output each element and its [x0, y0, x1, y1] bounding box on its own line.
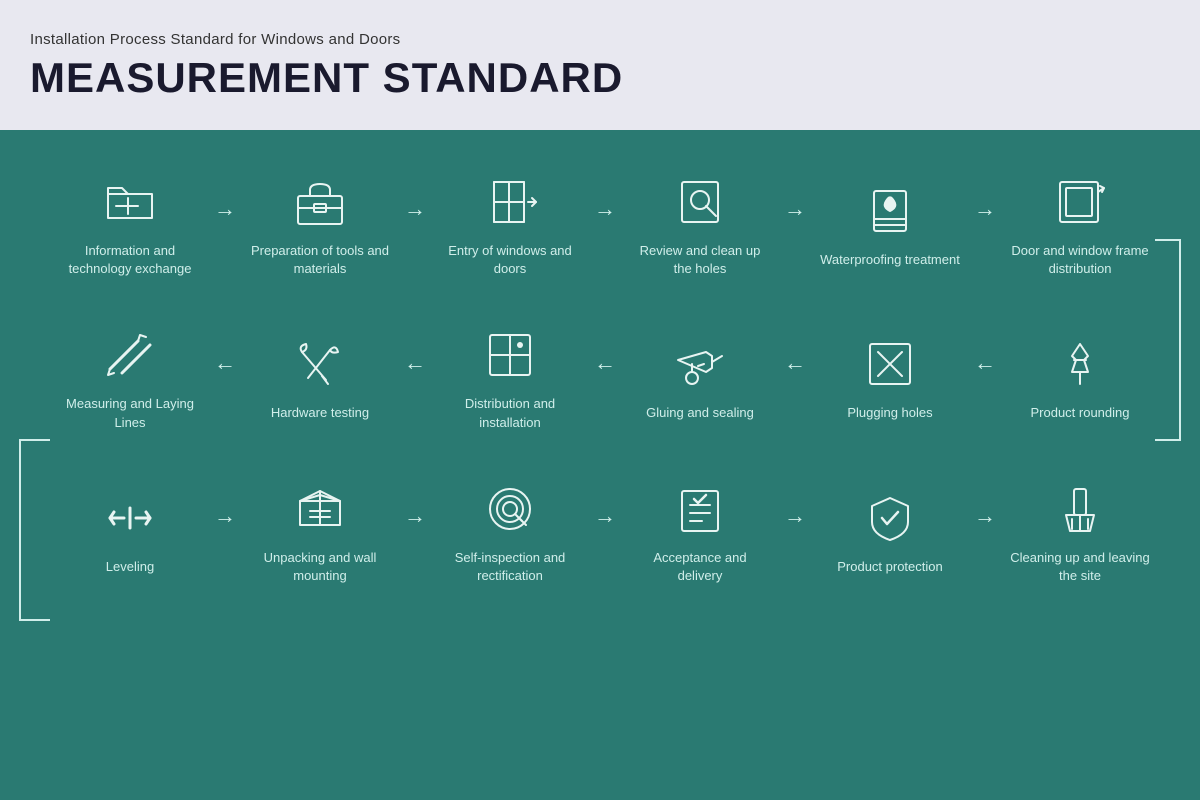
arrow-left-1: ← — [210, 350, 240, 376]
arrow-5: → — [970, 196, 1000, 222]
arrow-r3-1: → — [210, 503, 240, 529]
arrow-1: → — [210, 196, 240, 222]
row-2: Measuring and Laying Lines ← Hardware te… — [50, 323, 1170, 431]
step-label-info-tech: Information and technology exchange — [60, 242, 200, 278]
step-info-tech: Information and technology exchange — [50, 170, 210, 278]
step-prep-tools: Preparation of tools and materials — [240, 170, 400, 278]
step-label-waterproofing: Waterproofing treatment — [820, 251, 960, 269]
pushpin-icon — [1048, 332, 1112, 396]
clipboard-check-icon — [668, 477, 732, 541]
step-acceptance: Acceptance and delivery — [620, 477, 780, 585]
step-leveling: Leveling — [50, 486, 210, 576]
door-entry-icon — [478, 170, 542, 234]
waterproof-icon — [858, 179, 922, 243]
folder-icon — [98, 170, 162, 234]
plug-hole-icon — [858, 332, 922, 396]
shield-check-icon — [858, 486, 922, 550]
step-distribution: Distribution and installation — [430, 323, 590, 431]
header-title: MEASUREMENT STANDARD — [30, 54, 1170, 102]
frame-dist-icon — [1048, 170, 1112, 234]
step-label-entry-windows: Entry of windows and doors — [440, 242, 580, 278]
step-label-plugging: Plugging holes — [820, 404, 960, 422]
step-label-prep-tools: Preparation of tools and materials — [250, 242, 390, 278]
step-label-protection: Product protection — [820, 558, 960, 576]
step-label-unpacking: Unpacking and wall mounting — [250, 549, 390, 585]
toolbox-icon — [288, 170, 352, 234]
step-label-gluing: Gluing and sealing — [630, 404, 770, 422]
step-review-holes: Review and clean up the holes — [620, 170, 780, 278]
package-icon — [288, 477, 352, 541]
header-subtitle: Installation Process Standard for Window… — [30, 31, 1170, 48]
caulk-gun-icon — [668, 332, 732, 396]
arrow-2: → — [400, 196, 430, 222]
step-frame-dist: Door and window frame distribution — [1000, 170, 1160, 278]
step-label-measuring: Measuring and Laying Lines — [60, 395, 200, 431]
arrow-r3-3: → — [590, 503, 620, 529]
arrow-left-3: ← — [590, 350, 620, 376]
step-entry-windows: Entry of windows and doors — [430, 170, 590, 278]
level-icon — [98, 486, 162, 550]
arrow-3: → — [590, 196, 620, 222]
step-label-product-round: Product rounding — [1010, 404, 1150, 422]
step-cleanup: Cleaning up and leaving the site — [1000, 477, 1160, 585]
arrow-left-4: ← — [780, 350, 810, 376]
row-3: Leveling → Unpacking and wall mounting → — [50, 477, 1170, 585]
arrow-left-2: ← — [400, 350, 430, 376]
step-protection: Product protection — [810, 486, 970, 576]
arrow-r3-4: → — [780, 503, 810, 529]
step-label-frame-dist: Door and window frame distribution — [1010, 242, 1150, 278]
arrow-4: → — [780, 196, 810, 222]
magnifier-icon — [668, 170, 732, 234]
arrow-r3-2: → — [400, 503, 430, 529]
arrow-left-5: ← — [970, 350, 1000, 376]
step-label-self-inspect: Self-inspection and rectification — [440, 549, 580, 585]
step-label-distribution: Distribution and installation — [440, 395, 580, 431]
pencil-ruler-icon — [98, 323, 162, 387]
step-self-inspect: Self-inspection and rectification — [430, 477, 590, 585]
header: Installation Process Standard for Window… — [0, 0, 1200, 130]
step-label-leveling: Leveling — [60, 558, 200, 576]
step-label-acceptance: Acceptance and delivery — [630, 549, 770, 585]
step-label-cleanup: Cleaning up and leaving the site — [1010, 549, 1150, 585]
step-unpacking: Unpacking and wall mounting — [240, 477, 400, 585]
window-grid-icon — [478, 323, 542, 387]
step-label-review-holes: Review and clean up the holes — [630, 242, 770, 278]
inspect-icon — [478, 477, 542, 541]
step-gluing: Gluing and sealing — [620, 332, 780, 422]
row-1: Information and technology exchange → Pr… — [50, 170, 1170, 278]
step-plugging: Plugging holes — [810, 332, 970, 422]
arrow-r3-5: → — [970, 503, 1000, 529]
step-waterproofing: Waterproofing treatment — [810, 179, 970, 269]
broom-icon — [1048, 477, 1112, 541]
step-label-hardware: Hardware testing — [250, 404, 390, 422]
main-content: Information and technology exchange → Pr… — [0, 130, 1200, 800]
step-measuring: Measuring and Laying Lines — [50, 323, 210, 431]
step-product-round: Product rounding — [1000, 332, 1160, 422]
step-hardware: Hardware testing — [240, 332, 400, 422]
wrench-screwdriver-icon — [288, 332, 352, 396]
